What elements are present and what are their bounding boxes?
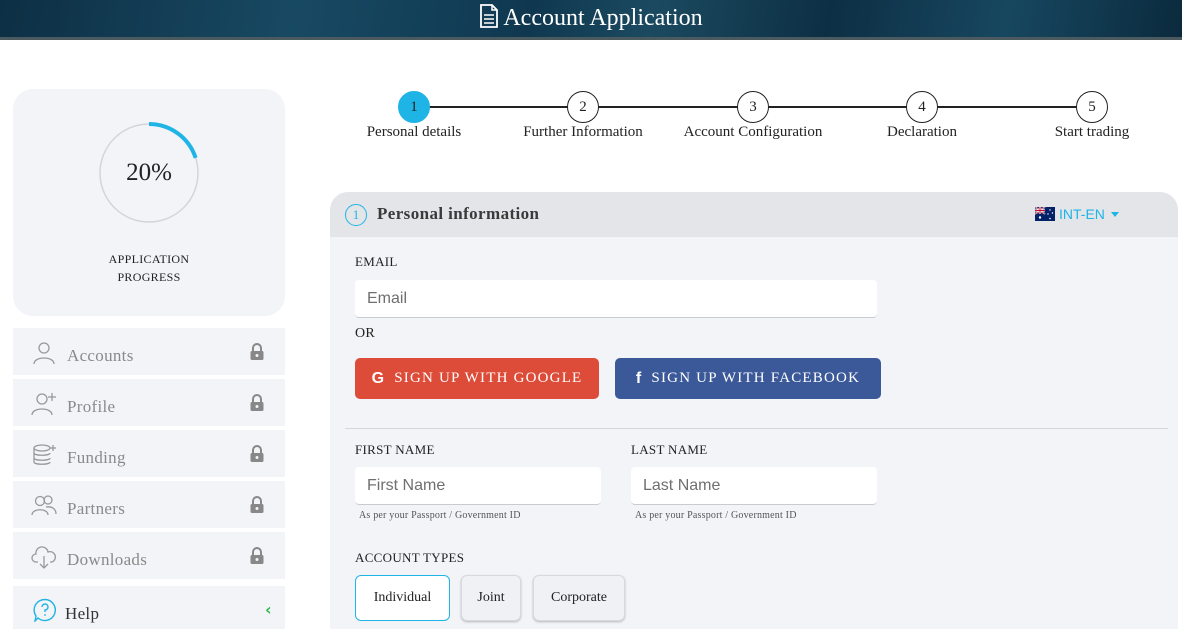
- or-text: OR: [355, 326, 376, 341]
- section-title: Personal information: [377, 204, 540, 223]
- australia-flag-icon: [1035, 207, 1055, 221]
- sidebar-item-funding[interactable]: Funding: [13, 430, 285, 477]
- account-type-corporate-button[interactable]: Corporate: [533, 575, 625, 621]
- section-divider: [345, 428, 1168, 429]
- form-section-header: 1 Personal information INT-EN: [330, 192, 1178, 237]
- step-3-circle[interactable]: 3: [737, 91, 769, 123]
- step-5-circle[interactable]: 5: [1076, 91, 1108, 123]
- caret-down-icon: [1110, 211, 1119, 217]
- facebook-button-label: SIGN UP WITH FACEBOOK: [651, 370, 861, 386]
- user-icon: [33, 342, 55, 365]
- email-input[interactable]: [355, 280, 877, 318]
- language-selector[interactable]: INT-EN: [1035, 206, 1119, 222]
- progress-label-line2: PROGRESS: [117, 270, 181, 284]
- lock-icon: [250, 445, 264, 462]
- page-title: Account Application: [503, 5, 703, 31]
- sign-up-google-button[interactable]: G SIGN UP WITH GOOGLE: [355, 358, 599, 399]
- user-plus-icon: [31, 393, 56, 416]
- sidebar-item-label: Downloads: [67, 550, 148, 569]
- progress-percentage: 20%: [126, 159, 172, 186]
- language-label: INT-EN: [1059, 206, 1105, 222]
- lock-icon: [250, 343, 264, 360]
- cloud-download-icon: [31, 546, 56, 569]
- users-icon: [31, 495, 57, 516]
- sidebar-item-partners[interactable]: Partners: [13, 481, 285, 528]
- lock-icon: [250, 496, 264, 513]
- sidebar-item-label: Funding: [67, 448, 126, 467]
- lock-icon: [250, 394, 264, 411]
- sidebar-item-label: Help: [65, 604, 100, 623]
- sidebar-item-help[interactable]: Help ‹: [13, 586, 285, 629]
- last-name-label: LAST NAME: [631, 442, 708, 457]
- sidebar-item-label: Partners: [67, 499, 126, 518]
- lock-icon: [250, 547, 264, 564]
- step-2-label[interactable]: Further Information: [493, 124, 673, 141]
- page-title-wrapper: Account Application: [0, 2, 1182, 37]
- email-label: EMAIL: [355, 254, 398, 269]
- chevron-left-icon: ‹: [265, 600, 272, 619]
- google-icon: G: [371, 369, 386, 387]
- sidebar-item-label: Profile: [67, 397, 116, 416]
- application-progress-card: 20% APPLICATION PROGRESS: [13, 89, 285, 316]
- step-4-label[interactable]: Declaration: [832, 124, 1012, 141]
- section-number: 1: [345, 204, 367, 226]
- document-icon: [479, 4, 499, 37]
- progress-label: APPLICATION PROGRESS: [13, 250, 285, 286]
- account-types-label: ACCOUNT TYPES: [355, 550, 465, 565]
- google-button-label: SIGN UP WITH GOOGLE: [394, 370, 583, 386]
- last-name-hint: As per your Passport / Government ID: [635, 510, 797, 521]
- account-type-individual-button[interactable]: Individual: [355, 575, 450, 621]
- application-stepper: 1 Personal details 2 Further Information…: [340, 88, 1160, 148]
- sidebar-item-profile[interactable]: Profile: [13, 379, 285, 426]
- step-3-label[interactable]: Account Configuration: [663, 124, 843, 141]
- sidebar-item-downloads[interactable]: Downloads: [13, 532, 285, 579]
- account-type-joint-button[interactable]: Joint: [461, 575, 521, 621]
- sign-up-facebook-button[interactable]: f SIGN UP WITH FACEBOOK: [615, 358, 881, 399]
- first-name-hint: As per your Passport / Government ID: [359, 510, 521, 521]
- coins-icon: [33, 444, 56, 465]
- sidebar-item-accounts[interactable]: Accounts: [13, 328, 285, 375]
- top-header-bar: Account Application: [0, 0, 1182, 40]
- help-icon: [33, 598, 56, 622]
- last-name-input[interactable]: [631, 467, 877, 505]
- step-1-label[interactable]: Personal details: [324, 124, 504, 141]
- progress-label-line1: APPLICATION: [108, 252, 190, 266]
- step-4-circle[interactable]: 4: [906, 91, 938, 123]
- step-2-circle[interactable]: 2: [567, 91, 599, 123]
- facebook-icon: f: [635, 369, 643, 387]
- first-name-label: FIRST NAME: [355, 442, 435, 457]
- step-5-label[interactable]: Start trading: [1002, 124, 1182, 141]
- personal-information-form: 1 Personal information INT-EN EMAIL OR G…: [330, 192, 1178, 629]
- sidebar-item-label: Accounts: [67, 346, 134, 365]
- step-1-circle[interactable]: 1: [398, 91, 430, 123]
- first-name-input[interactable]: [355, 467, 601, 505]
